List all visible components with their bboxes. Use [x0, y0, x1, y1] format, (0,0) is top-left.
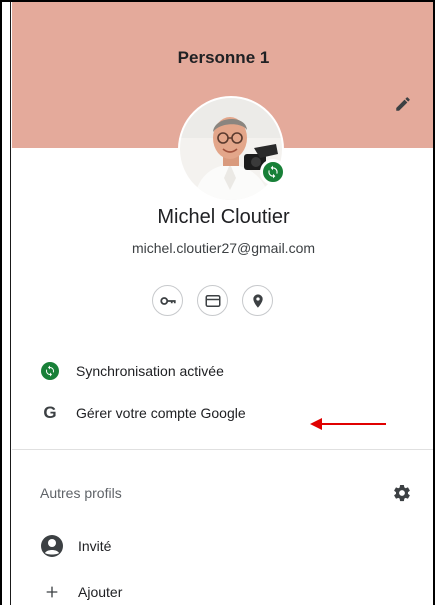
- profile-header-title: Personne 1: [177, 48, 270, 67]
- avatar-photo: [180, 98, 282, 200]
- guest-label: Invité: [78, 538, 112, 554]
- key-icon: [159, 296, 176, 305]
- credit-card-icon: [205, 294, 220, 307]
- add-profile-row[interactable]: Ajouter: [40, 580, 122, 604]
- manage-google-account-row[interactable]: G Gérer votre compte Google: [40, 403, 246, 423]
- pencil-icon: [396, 97, 410, 111]
- user-email: michel.cloutier27@gmail.com: [131, 240, 316, 256]
- edit-profile-button[interactable]: [389, 90, 417, 118]
- sync-icon: [41, 362, 59, 380]
- person-circle-icon: [41, 535, 63, 557]
- add-profile-label: Ajouter: [78, 584, 123, 600]
- manage-google-account-label: Gérer votre compte Google: [76, 405, 246, 421]
- gear-icon: [394, 484, 410, 502]
- addresses-button[interactable]: [242, 285, 273, 316]
- manage-profiles-button[interactable]: [391, 482, 413, 504]
- sync-status-badge: [260, 159, 286, 185]
- profile-menu-panel: Personne 1 Michel Cloutier michel.clouti…: [12, 2, 433, 605]
- plus-icon: [46, 586, 58, 598]
- add-icon-wrap: [40, 580, 64, 604]
- payment-methods-button[interactable]: [197, 285, 228, 316]
- guest-profile-row[interactable]: Invité: [40, 534, 111, 558]
- google-g-icon: G: [43, 403, 57, 422]
- location-pin-icon: [252, 293, 263, 308]
- avatar[interactable]: [180, 98, 282, 200]
- sync-status-label: Synchronisation activée: [76, 363, 224, 379]
- sync-status-row[interactable]: Synchronisation activée: [40, 361, 224, 381]
- guest-icon-wrap: [40, 534, 64, 558]
- other-profiles-heading: Autres profils: [40, 485, 122, 501]
- sync-status-icon-wrap: [40, 361, 60, 381]
- google-icon-wrap: G: [40, 403, 60, 423]
- quick-actions: [152, 285, 273, 316]
- section-divider: [12, 449, 433, 450]
- window-frame: Personne 1 Michel Cloutier michel.clouti…: [0, 0, 435, 605]
- sync-icon: [268, 165, 278, 179]
- annotation-arrow: [310, 418, 386, 430]
- passwords-button[interactable]: [152, 285, 183, 316]
- left-edge: [2, 2, 11, 605]
- user-name: Michel Cloutier: [157, 206, 290, 228]
